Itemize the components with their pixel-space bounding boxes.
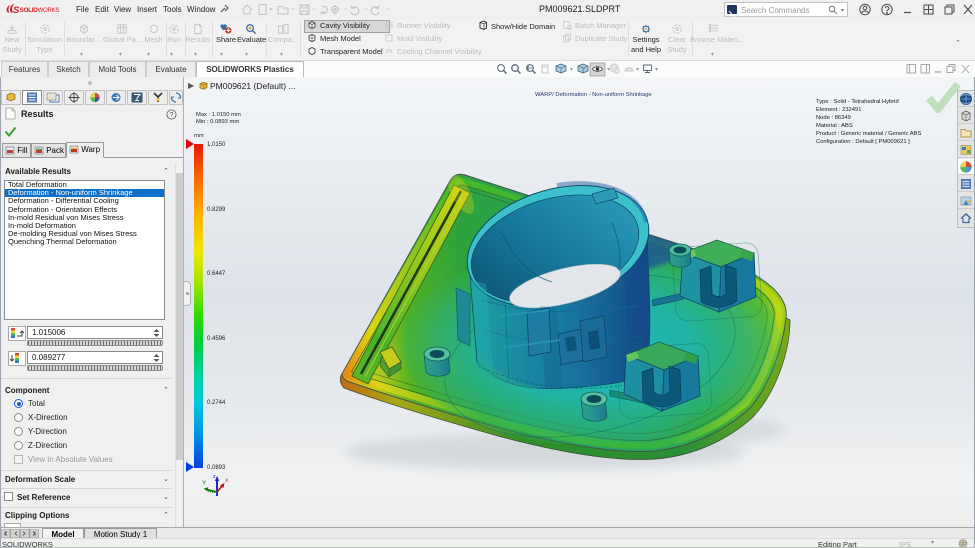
- svg-text:▾: ▾: [655, 67, 658, 73]
- svg-text:x: x: [225, 477, 229, 484]
- svg-text:?: ?: [170, 112, 174, 119]
- svg-text:S: S: [13, 5, 20, 16]
- svg-text:SOLIDWORKS: SOLIDWORKS: [20, 7, 60, 14]
- svg-text:▾: ▾: [582, 67, 585, 73]
- svg-text:▾: ▾: [570, 67, 573, 73]
- svg-text:z: z: [213, 474, 216, 480]
- svg-text:Y: Y: [202, 480, 207, 487]
- svg-text:▾: ▾: [636, 67, 639, 73]
